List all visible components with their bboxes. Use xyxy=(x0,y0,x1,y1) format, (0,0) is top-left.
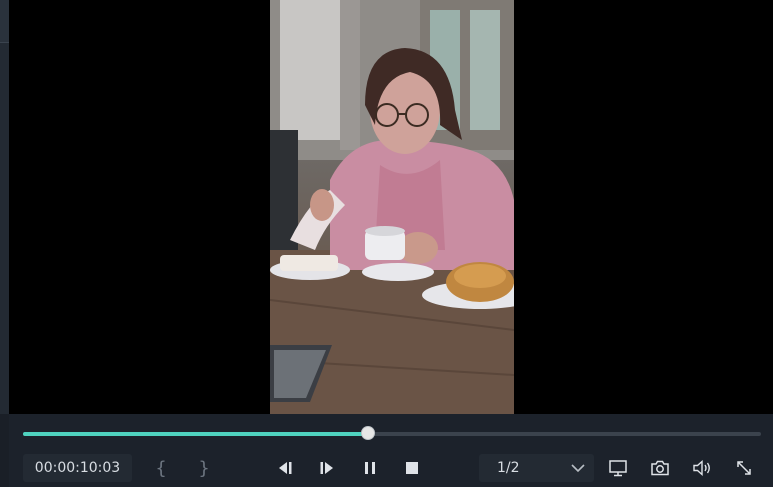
stop-button[interactable] xyxy=(399,454,425,482)
fullscreen-button[interactable] xyxy=(731,454,757,482)
monitor-icon xyxy=(609,460,627,477)
mark-in-button[interactable]: { xyxy=(151,454,171,482)
prev-frame-button[interactable] xyxy=(272,454,298,482)
volume-button[interactable] xyxy=(689,454,715,482)
stop-icon xyxy=(406,462,418,474)
next-frame-button[interactable] xyxy=(314,454,340,482)
volume-icon xyxy=(693,459,710,477)
display-ratio-select[interactable]: 1/2 xyxy=(479,454,594,482)
expand-icon xyxy=(737,461,751,475)
display-ratio-value: 1/2 xyxy=(497,460,520,476)
left-panel-edge xyxy=(0,0,9,414)
chevron-down-icon xyxy=(571,464,585,473)
progress-bar[interactable] xyxy=(23,426,761,440)
timecode-display: 00:00:10:03 xyxy=(23,454,132,482)
video-frame-image xyxy=(270,0,514,414)
snapshot-button[interactable] xyxy=(647,454,673,482)
player-controls: 00:00:10:03 { } 1/2 xyxy=(9,414,773,487)
camera-icon xyxy=(651,460,669,476)
mark-out-button[interactable]: } xyxy=(194,454,214,482)
prev-frame-icon xyxy=(279,462,292,474)
left-panel-notch xyxy=(0,0,9,43)
progress-fill xyxy=(23,432,369,436)
next-frame-icon xyxy=(320,462,333,474)
video-preview xyxy=(9,0,773,414)
pause-button[interactable] xyxy=(357,454,383,482)
display-settings-button[interactable] xyxy=(605,454,631,482)
progress-thumb[interactable] xyxy=(361,426,376,440)
pause-icon xyxy=(365,462,375,474)
video-frame xyxy=(270,0,514,414)
